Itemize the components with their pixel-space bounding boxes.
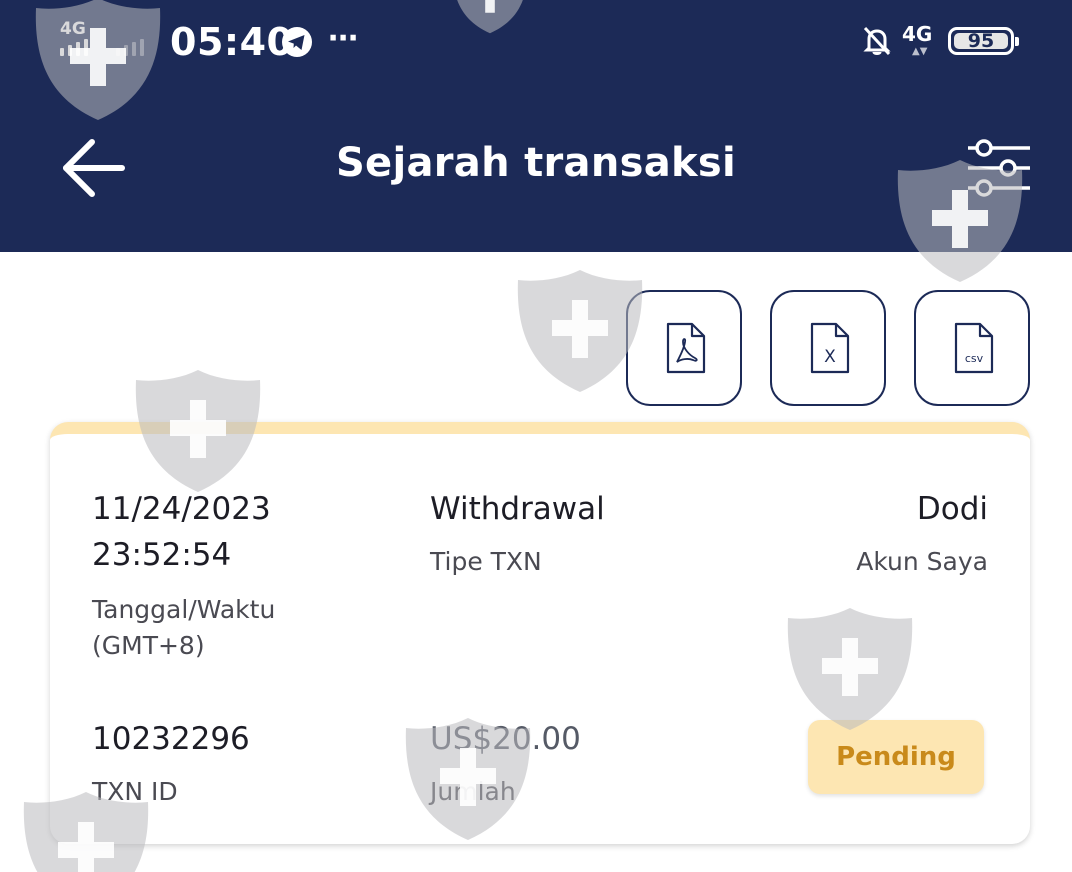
bell-muted-icon [863,26,891,56]
txn-date: 11/24/2023 [92,491,271,527]
excel-file-icon: X [810,322,850,374]
txn-id: 10232296 [92,721,250,757]
csv-glyph: csv [965,352,984,365]
datetime-label: Tanggal/Waktu [92,595,276,624]
app-header: 4G 05:40 ⋯ 4G ▲▼ 95 Sejarah transaksi [0,0,1072,252]
network-type-label: 4G [60,19,86,39]
txn-type-label: Tipe TXN [430,547,542,576]
export-excel-button[interactable]: X [770,290,886,406]
status-time: 05:40 [170,20,294,64]
txn-time: 23:52:54 [92,537,232,573]
page-title: Sejarah transaksi [335,140,737,186]
signal-icon [60,38,88,56]
data-activity-icon: ▲▼ [912,46,928,57]
export-csv-button[interactable]: csv [914,290,1030,406]
txn-amount: US$20.00 [430,721,581,757]
txn-id-label: TXN ID [92,777,178,806]
account-label: Akun Saya [856,547,988,576]
network-type-right: 4G [902,22,933,46]
timezone-label: (GMT+8) [92,631,205,660]
battery-level: 95 [967,30,995,52]
txn-type: Withdrawal [430,491,605,527]
status-badge: Pending [808,720,984,794]
pdf-file-icon [666,322,706,374]
signal-secondary-icon [116,38,144,56]
battery-icon: 95 [948,27,1019,55]
excel-glyph: X [824,347,836,367]
csv-file-icon: csv [954,322,994,374]
status-bar: 4G 05:40 ⋯ 4G ▲▼ 95 [0,0,1072,84]
account-name: Dodi [916,491,988,527]
export-pdf-button[interactable] [626,290,742,406]
filter-sliders-icon[interactable] [960,132,1036,204]
txn-amount-label: Jumlah [430,777,516,806]
transaction-card[interactable]: 11/24/2023 23:52:54 Tanggal/Waktu (GMT+8… [50,422,1030,844]
shield-watermark-icon [517,270,643,392]
more-dots-icon: ⋯ [328,21,360,56]
telegram-icon [282,27,312,57]
